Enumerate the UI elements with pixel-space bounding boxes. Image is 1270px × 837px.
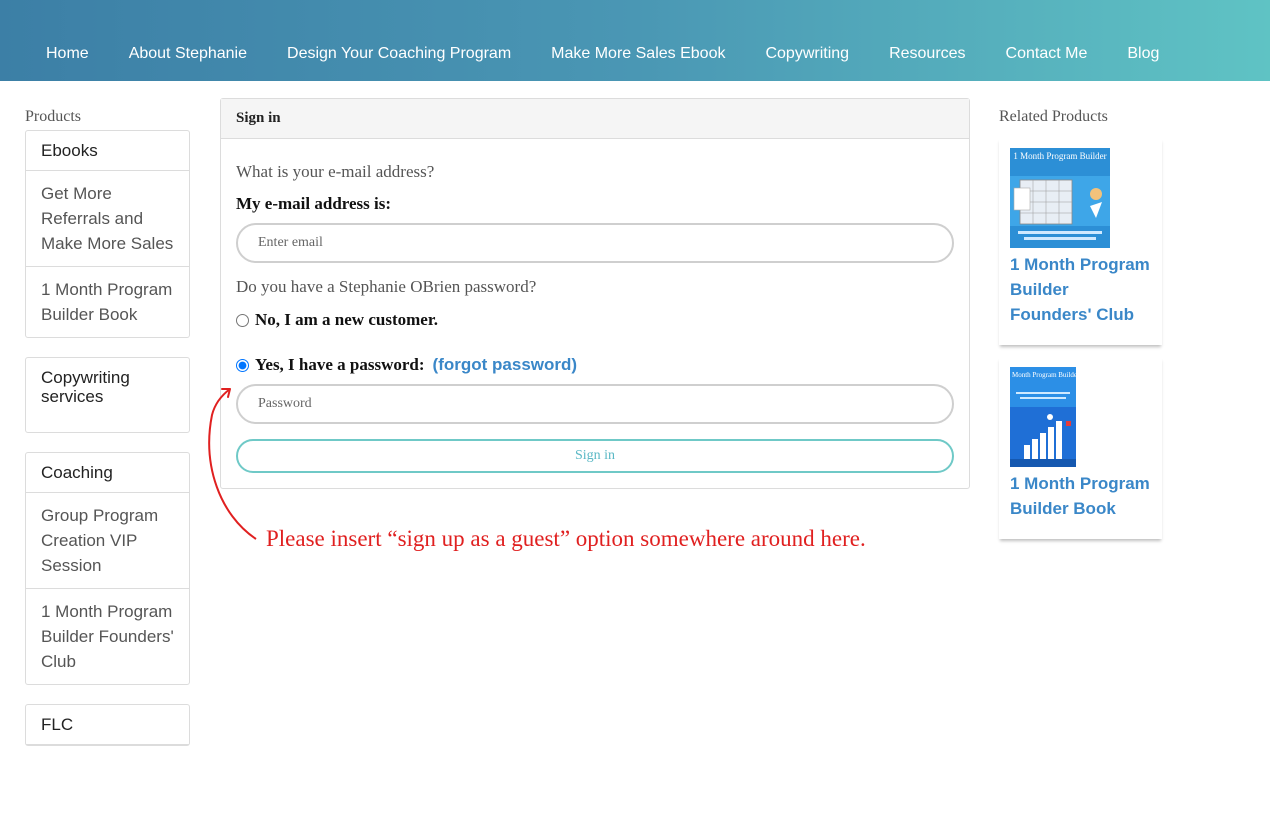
sign-in-button[interactable]: Sign in — [236, 439, 954, 473]
has-password-option[interactable]: Yes, I have a password: (forgot password… — [236, 355, 577, 375]
category-card-ebooks: Ebooks Get More Referrals and Make More … — [25, 130, 190, 338]
category-card-coaching: Coaching Group Program Creation VIP Sess… — [25, 452, 190, 685]
related-products: Related Products 1 Month Program Builder… — [999, 106, 1169, 551]
nav-home[interactable]: Home — [46, 45, 89, 63]
new-customer-option[interactable]: No, I am a new customer. — [236, 310, 438, 330]
email-input[interactable] — [236, 223, 954, 263]
panel-header: Sign in — [221, 99, 969, 139]
thumb-title: 1 Month Program Builder — [1013, 151, 1106, 161]
nav-about-stephanie[interactable]: About Stephanie — [129, 45, 247, 63]
new-customer-label: No, I am a new customer. — [255, 310, 439, 329]
nav-make-more-sales-ebook[interactable]: Make More Sales Ebook — [551, 45, 725, 63]
related-title: Related Products — [999, 108, 1108, 125]
main-nav: Home About Stephanie Design Your Coachin… — [26, 43, 1159, 65]
related-product-name[interactable]: 1 Month Program Builder Book — [1010, 471, 1152, 521]
forgot-password-link[interactable]: (forgot password) — [433, 355, 578, 375]
nav-contact-me[interactable]: Contact Me — [1006, 45, 1088, 63]
category-heading[interactable]: Ebooks — [26, 131, 189, 171]
related-product-card[interactable]: 1 Month Program Builder 1 Month Program … — [999, 138, 1162, 345]
product-link[interactable]: 1 Month Program Builder Book — [26, 267, 189, 337]
password-input[interactable] — [236, 384, 954, 424]
sidebar-title: Products — [25, 108, 81, 125]
top-navigation-bar: Home About Stephanie Design Your Coachin… — [0, 0, 1270, 81]
has-password-label: Yes, I have a password: — [255, 355, 425, 374]
annotation-arrow-icon — [208, 388, 257, 540]
annotation-note: Please insert “sign up as a guest” optio… — [266, 526, 866, 551]
category-heading[interactable]: FLC — [26, 705, 189, 745]
email-question: What is your e-mail address? — [236, 162, 435, 181]
related-product-name[interactable]: 1 Month Program Builder Founders' Club — [1010, 252, 1152, 327]
program-builder-book-thumbnail[interactable]: 1 Month Program Builder — [1010, 367, 1076, 467]
products-sidebar: Products Ebooks Get More Referrals and M… — [25, 106, 190, 765]
nav-design-coaching-program[interactable]: Design Your Coaching Program — [287, 45, 511, 63]
email-label: My e-mail address is: — [236, 194, 392, 213]
sign-in-panel: Sign in What is your e-mail address? My … — [220, 98, 970, 489]
program-builder-club-thumbnail[interactable]: 1 Month Program Builder — [1010, 148, 1110, 248]
nav-copywriting[interactable]: Copywriting — [765, 45, 849, 63]
category-card-flc: FLC — [25, 704, 190, 746]
related-product-card[interactable]: 1 Month Program Builder 1 Month Program … — [999, 357, 1162, 539]
new-customer-radio[interactable] — [236, 313, 249, 327]
nav-resources[interactable]: Resources — [889, 45, 965, 63]
product-link[interactable]: Group Program Creation VIP Session — [26, 493, 189, 589]
category-card-copywriting: Copywriting services — [25, 357, 190, 433]
password-question: Do you have a Stephanie OBrien password? — [236, 277, 537, 296]
product-link[interactable]: Get More Referrals and Make More Sales — [26, 171, 189, 267]
category-heading[interactable]: Coaching — [26, 453, 189, 493]
nav-blog[interactable]: Blog — [1127, 45, 1159, 63]
thumb-title: 1 Month Program Builder — [1010, 371, 1076, 379]
category-heading[interactable]: Copywriting services — [26, 358, 189, 432]
product-link[interactable]: 1 Month Program Builder Founders' Club — [26, 589, 189, 684]
has-password-radio[interactable] — [236, 358, 249, 372]
